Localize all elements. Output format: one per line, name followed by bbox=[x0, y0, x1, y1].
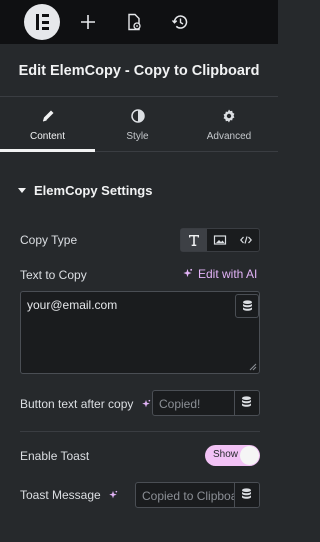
image-icon bbox=[213, 235, 227, 245]
database-icon bbox=[243, 300, 252, 311]
text-to-copy-label: Text to Copy bbox=[20, 268, 87, 282]
panel-header: Edit ElemCopy - Copy to Clipboard bbox=[0, 44, 278, 97]
database-icon bbox=[242, 488, 251, 499]
text-to-copy-value: your@email.com bbox=[27, 298, 118, 312]
enable-toast-switch[interactable]: Show bbox=[205, 445, 260, 466]
divider bbox=[20, 431, 260, 432]
text-to-copy-textarea[interactable]: your@email.com bbox=[20, 291, 260, 374]
toast-message-input[interactable]: Copied to Clipboard bbox=[135, 482, 260, 508]
copy-type-label: Copy Type bbox=[20, 233, 78, 247]
ai-sparkle-icon[interactable] bbox=[141, 399, 151, 409]
page-settings-icon[interactable] bbox=[124, 12, 144, 32]
tab-content[interactable]: Content bbox=[0, 97, 95, 152]
database-icon bbox=[242, 396, 251, 407]
dynamic-tags-button[interactable] bbox=[234, 483, 259, 507]
tab-style[interactable]: Style bbox=[95, 97, 180, 151]
tab-advanced[interactable]: Advanced bbox=[180, 97, 278, 151]
enable-toast-label: Enable Toast bbox=[20, 449, 90, 463]
gear-icon bbox=[221, 108, 237, 124]
section-title: ElemCopy Settings bbox=[34, 183, 153, 198]
text-icon bbox=[189, 235, 199, 246]
tab-label: Style bbox=[126, 131, 149, 142]
button-text-after-copy-input[interactable]: Copied! bbox=[152, 390, 260, 416]
edit-with-ai-label: Edit with AI bbox=[198, 267, 258, 281]
copy-type-choices bbox=[180, 228, 260, 252]
dynamic-tags-button[interactable] bbox=[234, 391, 259, 415]
code-type-button[interactable] bbox=[233, 229, 259, 251]
panel-title: Edit ElemCopy - Copy to Clipboard bbox=[18, 63, 260, 79]
toggle-knob bbox=[240, 446, 259, 465]
ai-sparkle-icon[interactable] bbox=[108, 490, 118, 500]
text-type-button[interactable] bbox=[181, 229, 207, 251]
top-bar bbox=[0, 0, 278, 44]
tab-label: Content bbox=[29, 131, 66, 142]
panel-tabs: Content Style Advanced bbox=[0, 97, 278, 152]
toggle-state-label: Show bbox=[213, 449, 239, 460]
button-text-after-copy-placeholder: Copied! bbox=[159, 397, 201, 411]
toast-message-label: Toast Message bbox=[20, 488, 101, 502]
resize-handle-icon[interactable] bbox=[249, 363, 257, 371]
image-type-button[interactable] bbox=[207, 229, 233, 251]
tab-label: Advanced bbox=[206, 131, 252, 142]
code-icon bbox=[239, 236, 253, 244]
plus-icon[interactable] bbox=[78, 12, 98, 32]
toast-message-placeholder: Copied to Clipboard bbox=[142, 489, 249, 503]
dynamic-tags-button[interactable] bbox=[235, 294, 259, 318]
button-text-after-copy-label: Button text after copy bbox=[20, 397, 134, 411]
ai-sparkle-icon bbox=[183, 268, 193, 278]
elementor-logo-icon[interactable] bbox=[24, 4, 60, 40]
contrast-icon bbox=[130, 108, 146, 124]
pencil-icon bbox=[40, 108, 56, 124]
history-icon[interactable] bbox=[170, 12, 190, 32]
caret-down-icon bbox=[18, 188, 26, 193]
